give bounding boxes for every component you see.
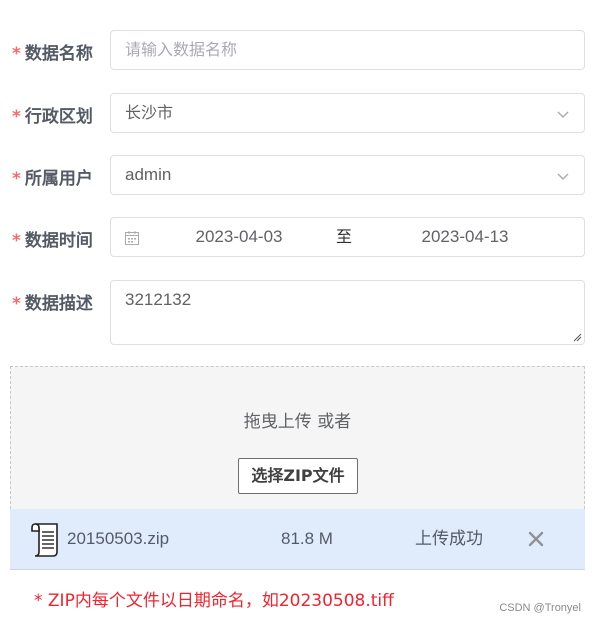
chevron-down-icon [557,173,569,180]
date-range-picker[interactable]: 2023-04-03 至 2023-04-13 [110,217,585,257]
date-range-separator: 至 [336,227,353,246]
chevron-down-icon [557,111,569,118]
file-name: 20150503.zip [67,529,170,548]
start-date[interactable]: 2023-04-03 [183,218,295,256]
user-select[interactable]: admin [110,155,585,195]
file-status: 上传成功 [415,529,483,549]
upload-dropzone[interactable]: 拖曳上传 或者 选择ZIP文件 [10,366,585,509]
calendar-icon [125,231,139,245]
name-label: * 数据名称 [12,44,93,64]
watermark: CSDN @Tronyel [499,602,581,614]
desc-textarea-value: 3212132 [125,290,192,309]
desc-textarea[interactable]: 3212132 [110,280,585,345]
desc-label: * 数据描述 [12,294,93,314]
end-date[interactable]: 2023-04-13 [409,218,521,256]
resize-handle-icon[interactable] [572,332,582,342]
upload-note: * ZIP内每个文件以日期命名，如20230508.tiff [34,591,394,611]
user-select-value: admin [125,165,172,184]
uploaded-file-row: 20150503.zip 81.8 M 上传成功 [10,509,585,570]
upload-hint: 拖曳上传 或者 [243,412,352,432]
region-label: * 行政区划 [12,107,93,127]
file-size: 81.8 M [281,529,333,548]
select-zip-button[interactable]: 选择ZIP文件 [238,458,358,494]
time-label: * 数据时间 [12,231,93,251]
region-select[interactable]: 长沙市 [110,93,585,133]
name-input[interactable]: 请输入数据名称 [110,30,585,70]
user-label: * 所属用户 [12,169,93,189]
document-icon [31,523,58,557]
region-select-value: 长沙市 [125,103,174,122]
close-icon[interactable] [528,531,544,547]
name-input-placeholder: 请输入数据名称 [125,40,238,59]
